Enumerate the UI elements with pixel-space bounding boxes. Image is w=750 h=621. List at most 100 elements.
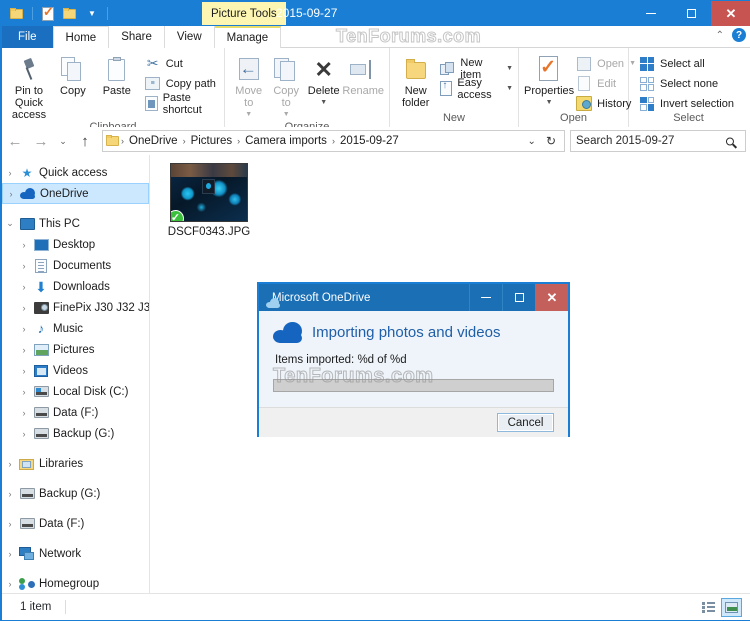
- sidebar-item-homegroup[interactable]: › Homegroup: [2, 573, 149, 593]
- sidebar-item-this-pc[interactable]: ⌄ This PC: [2, 213, 149, 234]
- expander-icon[interactable]: ⌄: [2, 218, 18, 229]
- sidebar-item-local-disk-c[interactable]: › Local Disk (C:): [2, 381, 149, 402]
- sidebar-item-pictures[interactable]: › Pictures: [2, 339, 149, 360]
- select-all-button[interactable]: Select all: [639, 55, 734, 72]
- folder-icon[interactable]: [7, 4, 27, 24]
- breadcrumb[interactable]: › OneDrive › Pictures › Camera imports ›…: [102, 130, 565, 152]
- chevron-down-icon[interactable]: ▼: [283, 109, 290, 121]
- expander-icon[interactable]: ›: [16, 366, 32, 376]
- up-arrow-icon[interactable]: ↑: [72, 128, 98, 154]
- sidebar-item-label: Videos: [53, 364, 88, 377]
- dialog-close-button[interactable]: ✕: [535, 284, 568, 311]
- maximize-button[interactable]: [671, 1, 711, 26]
- sidebar-item-libraries[interactable]: › Libraries: [2, 453, 149, 474]
- minimize-button[interactable]: [631, 1, 671, 26]
- open-button[interactable]: Open ▼: [576, 55, 636, 72]
- chevron-down-icon[interactable]: ▼: [82, 4, 102, 24]
- sidebar-item-videos[interactable]: › Videos: [2, 360, 149, 381]
- chevron-down-icon[interactable]: ▼: [506, 65, 513, 72]
- new-folder-icon[interactable]: [60, 4, 80, 24]
- expander-icon[interactable]: ›: [2, 519, 18, 529]
- tab-view[interactable]: View: [164, 26, 215, 48]
- delete-button[interactable]: ✕ Delete ▼: [305, 52, 342, 109]
- expander-icon[interactable]: ›: [3, 189, 19, 199]
- tab-home[interactable]: Home: [52, 26, 110, 48]
- paste-shortcut-button[interactable]: Paste shortcut: [144, 92, 219, 116]
- sidebar-item-network[interactable]: › Network: [2, 543, 149, 564]
- sidebar-item-downloads[interactable]: › ⬇ Downloads: [2, 276, 149, 297]
- onedrive-import-dialog: Microsoft OneDrive ✕ Importing photos an…: [257, 282, 570, 437]
- sidebar-item-data-f[interactable]: › Data (F:): [2, 513, 149, 534]
- tab-file[interactable]: File: [2, 26, 53, 48]
- expander-icon[interactable]: ›: [16, 408, 32, 418]
- expander-icon[interactable]: ›: [16, 282, 32, 292]
- tab-share[interactable]: Share: [109, 26, 165, 48]
- expander-icon[interactable]: ›: [16, 240, 32, 250]
- recent-locations-chevron-down-icon[interactable]: ⌄: [54, 128, 72, 154]
- refresh-icon[interactable]: ↻: [542, 134, 560, 148]
- history-button[interactable]: History: [576, 95, 636, 112]
- invert-selection-button[interactable]: Invert selection: [639, 95, 734, 112]
- expander-icon[interactable]: ›: [2, 459, 18, 469]
- details-view-button[interactable]: [698, 598, 719, 617]
- expander-icon[interactable]: ›: [16, 261, 32, 271]
- select-none-button[interactable]: Select none: [639, 75, 734, 92]
- expander-icon[interactable]: ›: [16, 429, 32, 439]
- sidebar-item-desktop[interactable]: › Desktop: [2, 234, 149, 255]
- expander-icon[interactable]: ›: [2, 489, 18, 499]
- expander-icon[interactable]: ›: [16, 303, 32, 313]
- tab-manage[interactable]: Manage: [214, 26, 282, 48]
- cancel-button[interactable]: Cancel: [497, 413, 554, 432]
- sidebar-item-label: Desktop: [53, 238, 96, 251]
- search-icon[interactable]: [724, 132, 742, 150]
- chevron-down-icon[interactable]: ▼: [245, 109, 252, 121]
- back-arrow-icon[interactable]: ←: [2, 128, 28, 154]
- forward-arrow-icon[interactable]: →: [28, 128, 54, 154]
- sidebar-item-backup-g[interactable]: › Backup (G:): [2, 483, 149, 504]
- copy-to-button[interactable]: Copy to ▼: [267, 52, 304, 121]
- easy-access-button[interactable]: Easy access ▼: [440, 77, 513, 101]
- sidebar-item-backup-g-child[interactable]: › Backup (G:): [2, 423, 149, 444]
- dialog-maximize-button[interactable]: [502, 284, 535, 311]
- expander-icon[interactable]: ›: [16, 324, 32, 334]
- help-icon[interactable]: ?: [732, 28, 746, 42]
- sidebar-item-quick-access[interactable]: › ★ Quick access: [2, 162, 149, 183]
- breadcrumb-item-current[interactable]: 2015-09-27: [335, 131, 404, 151]
- move-to-button[interactable]: Move to ▼: [230, 52, 267, 121]
- chevron-down-icon[interactable]: ▼: [506, 85, 513, 92]
- sidebar-item-data-f-child[interactable]: › Data (F:): [2, 402, 149, 423]
- address-chevron-down-icon[interactable]: ⌄: [524, 136, 540, 147]
- properties-icon[interactable]: [38, 4, 58, 24]
- breadcrumb-item-pictures[interactable]: Pictures: [186, 131, 238, 151]
- expander-icon[interactable]: ›: [16, 387, 32, 397]
- sidebar-item-documents[interactable]: › Documents: [2, 255, 149, 276]
- breadcrumb-item-onedrive[interactable]: OneDrive: [124, 131, 183, 151]
- chevron-down-icon[interactable]: ▼: [320, 97, 327, 109]
- breadcrumb-item-camera-imports[interactable]: Camera imports: [240, 131, 332, 151]
- edit-button[interactable]: Edit: [576, 75, 636, 92]
- sidebar-item-finepix[interactable]: › FinePix J30 J32 J38: [2, 297, 149, 318]
- pin-to-quick-access-button[interactable]: Pin to Quick access: [7, 52, 51, 121]
- close-button[interactable]: ✕: [711, 1, 750, 26]
- expander-icon[interactable]: ›: [2, 168, 18, 178]
- properties-button[interactable]: Properties ▼: [524, 52, 574, 109]
- sidebar-item-onedrive[interactable]: › OneDrive: [2, 183, 149, 204]
- new-item-button[interactable]: New item ▼: [440, 57, 513, 81]
- copy-button[interactable]: Copy: [51, 52, 95, 97]
- sidebar-item-music[interactable]: › ♪ Music: [2, 318, 149, 339]
- large-icons-view-button[interactable]: [721, 597, 742, 617]
- list-item[interactable]: ✓ DSCF0343.JPG: [162, 163, 256, 238]
- chevron-up-icon[interactable]: ⌃: [716, 30, 724, 41]
- paste-button[interactable]: Paste: [95, 52, 139, 97]
- copy-path-button[interactable]: ≡ Copy path: [145, 75, 219, 92]
- rename-button[interactable]: Rename: [342, 52, 384, 97]
- expander-icon[interactable]: ›: [16, 345, 32, 355]
- expander-icon[interactable]: ›: [2, 579, 18, 589]
- chevron-down-icon[interactable]: ▼: [546, 97, 553, 109]
- cut-button[interactable]: ✂ Cut: [145, 55, 219, 72]
- dialog-minimize-button[interactable]: [469, 284, 502, 311]
- sidebar-item-label: Libraries: [39, 457, 84, 470]
- new-folder-button[interactable]: New folder: [395, 52, 436, 109]
- search-input[interactable]: Search 2015-09-27: [570, 130, 746, 152]
- expander-icon[interactable]: ›: [2, 549, 18, 559]
